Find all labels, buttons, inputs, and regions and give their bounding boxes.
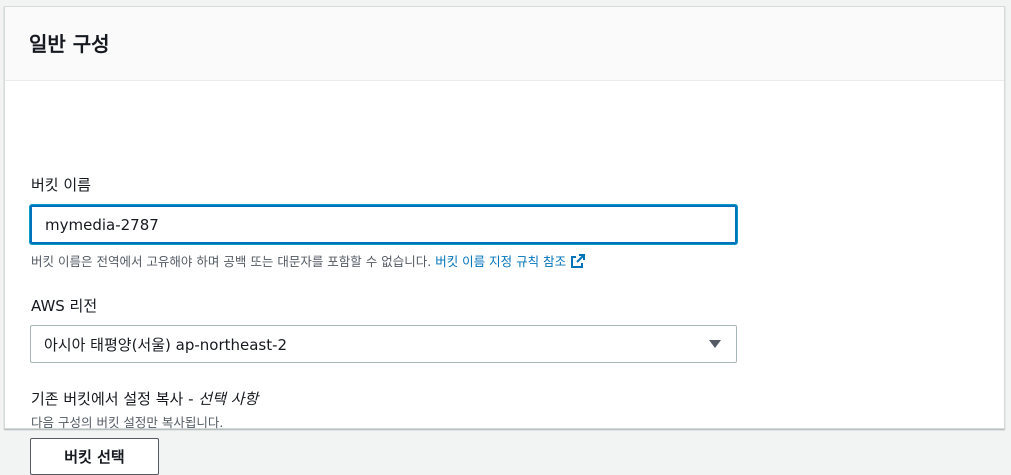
- bucket-naming-rules-link-text: 버킷 이름 지정 규칙 참조: [435, 254, 567, 269]
- bucket-name-label: 버킷 이름: [31, 176, 91, 194]
- choose-bucket-button[interactable]: 버킷 선택: [30, 438, 159, 475]
- caret-down-icon: [709, 340, 721, 348]
- region-label: AWS 리전: [31, 297, 98, 315]
- bucket-name-input[interactable]: [30, 205, 737, 244]
- copy-settings-hint: 다음 구성의 버킷 설정만 복사됩니다.: [31, 415, 224, 430]
- bucket-name-hint-text: 버킷 이름은 전역에서 고유해야 하며 공백 또는 대문자를 포함할 수 없습니…: [31, 254, 432, 269]
- panel-header: 일반 구성: [5, 7, 1004, 81]
- copy-settings-label: 기존 버킷에서 설정 복사 - 선택 사항: [31, 388, 258, 409]
- bucket-naming-rules-link[interactable]: 버킷 이름 지정 규칙 참조: [435, 254, 586, 269]
- general-config-panel: 일반 구성 버킷 이름 버킷 이름은 전역에서 고유해야 하며 공백 또는 대문…: [4, 6, 1005, 475]
- region-selected-value: 아시아 태평양(서울) ap-northeast-2: [44, 335, 288, 354]
- external-link-icon: [571, 254, 586, 268]
- region-select[interactable]: 아시아 태평양(서울) ap-northeast-2: [30, 325, 737, 363]
- panel-title: 일반 구성: [29, 32, 110, 56]
- copy-settings-label-text: 기존 버킷에서 설정 복사 -: [31, 390, 199, 408]
- bucket-name-hint: 버킷 이름은 전역에서 고유해야 하며 공백 또는 대문자를 포함할 수 없습니…: [31, 251, 586, 270]
- optional-tag: 선택 사항: [198, 390, 259, 408]
